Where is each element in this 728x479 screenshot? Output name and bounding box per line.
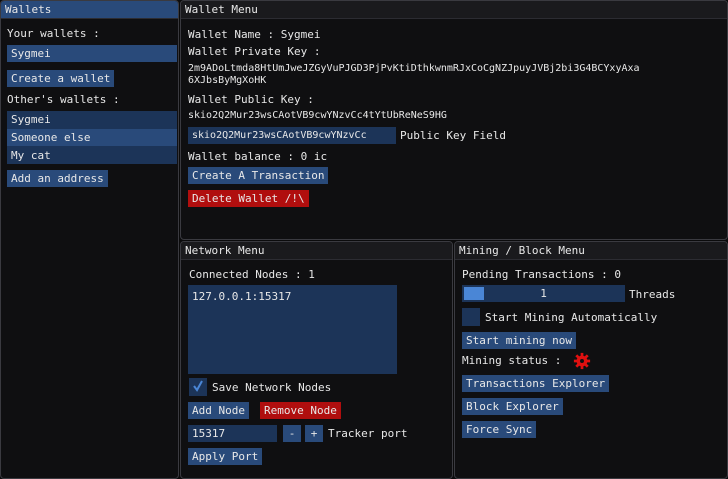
mining-menu-title: Mining / Block Menu [455,242,727,260]
add-address-button[interactable]: Add an address [7,170,108,187]
port-increment-button[interactable]: + [305,425,323,442]
public-key-field[interactable]: skio2Q2Mur23wsCAotVB9cwYNzvCc [188,127,396,144]
pending-transactions-line: Pending Transactions : 0 [462,268,621,281]
save-nodes-label: Save Network Nodes [212,381,332,394]
private-key-label: Wallet Private Key : [188,45,321,58]
tracker-port-input[interactable]: 15317 [188,425,277,442]
private-key-line-1: 2m9ADoLtmda8HtUmJweJZGyVuPJGD3PjPvKtiDth… [188,63,640,74]
your-wallets-label: Your wallets : [7,27,100,40]
transactions-explorer-button[interactable]: Transactions Explorer [462,375,610,392]
others-wallets-list: Sygmei Someone else My cat [7,111,177,164]
port-decrement-button[interactable]: - [283,425,301,442]
mining-status-label: Mining status : [462,354,562,367]
threads-slider[interactable]: 1 [462,285,625,302]
nodes-list[interactable]: 127.0.0.1:15317 [188,285,397,374]
private-key-line-2: 6XJbsByMgXoHK [188,75,267,86]
delete-wallet-button[interactable]: Delete Wallet /!\ [188,190,309,207]
wallet-name-line: Wallet Name : Sygmei [188,28,321,41]
auto-mining-checkbox[interactable] [462,308,480,326]
apply-port-button[interactable]: Apply Port [188,448,263,465]
wallet-menu-title: Wallet Menu [181,1,727,19]
others-wallet-item[interactable]: Sygmei [7,111,177,128]
tracker-port-label: Tracker port [328,427,408,440]
add-node-button[interactable]: Add Node [188,402,249,419]
wallet-balance-line: Wallet balance : 0 ic [188,150,328,163]
public-key-label: Wallet Public Key : [188,93,314,106]
wallet-menu-panel: Wallet Menu Wallet Name : Sygmei Wallet … [180,0,728,240]
connected-nodes-line: Connected Nodes : 1 [189,268,315,281]
remove-node-button[interactable]: Remove Node [260,402,341,419]
wallets-title: Wallets [1,1,178,19]
network-menu-title: Network Menu [181,242,452,260]
public-key-field-label: Public Key Field [400,129,506,142]
public-key-value: skio2Q2Mur23wsCAotVB9cwYNzvCc4tYtUbReNeS… [188,110,447,121]
mining-menu-panel: Mining / Block Menu Pending Transactions… [454,241,728,479]
save-nodes-checkbox[interactable] [189,378,207,396]
network-menu-panel: Network Menu Connected Nodes : 1 127.0.0… [180,241,453,479]
others-wallet-item[interactable]: My cat [7,147,177,164]
others-wallets-label: Other's wallets : [7,93,120,106]
wallets-panel: Wallets Your wallets : Sygmei Create a w… [0,0,179,479]
gear-icon [573,352,591,370]
checkmark-icon [193,380,203,392]
threads-label: Threads [629,288,676,301]
block-explorer-button[interactable]: Block Explorer [462,398,563,415]
start-mining-button[interactable]: Start mining now [462,332,576,349]
node-item[interactable]: 127.0.0.1:15317 [192,290,291,303]
create-wallet-button[interactable]: Create a wallet [7,70,115,87]
create-transaction-button[interactable]: Create A Transaction [188,167,329,184]
others-wallet-item[interactable]: Someone else [7,129,177,146]
your-wallet-item[interactable]: Sygmei [7,45,177,62]
auto-mining-label: Start Mining Automatically [485,311,658,324]
force-sync-button[interactable]: Force Sync [462,421,537,438]
threads-value: 1 [540,287,547,300]
